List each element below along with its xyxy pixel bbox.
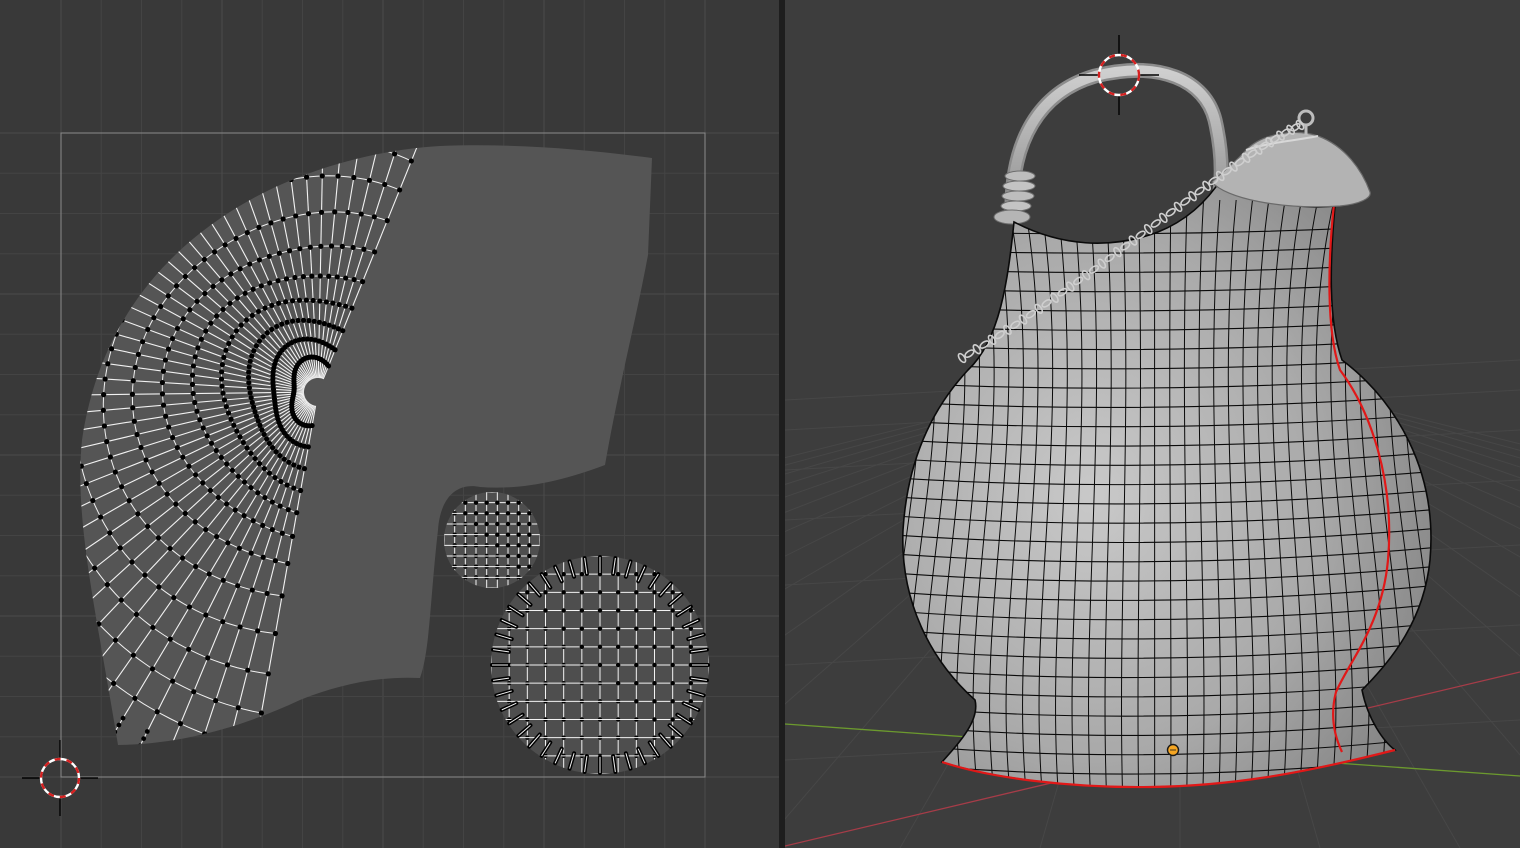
- uv-island-base[interactable]: [490, 555, 710, 775]
- 3d-viewport[interactable]: [785, 0, 1520, 848]
- origin-point-icon[interactable]: [1166, 743, 1180, 757]
- viewport-canvas[interactable]: [785, 0, 1520, 848]
- uv-editor[interactable]: [0, 0, 779, 848]
- uv-canvas[interactable]: [0, 0, 779, 848]
- 2d-cursor-icon[interactable]: [22, 740, 98, 816]
- pot-handle[interactable]: [993, 62, 1229, 225]
- uv-island-neck[interactable]: [444, 492, 540, 588]
- blender-workspace: [0, 0, 1520, 848]
- pot-lid[interactable]: [1211, 109, 1371, 208]
- pot-mesh[interactable]: [874, 176, 1451, 800]
- uv-island-neck-fill: [444, 492, 540, 588]
- handle-coil: [993, 170, 1036, 225]
